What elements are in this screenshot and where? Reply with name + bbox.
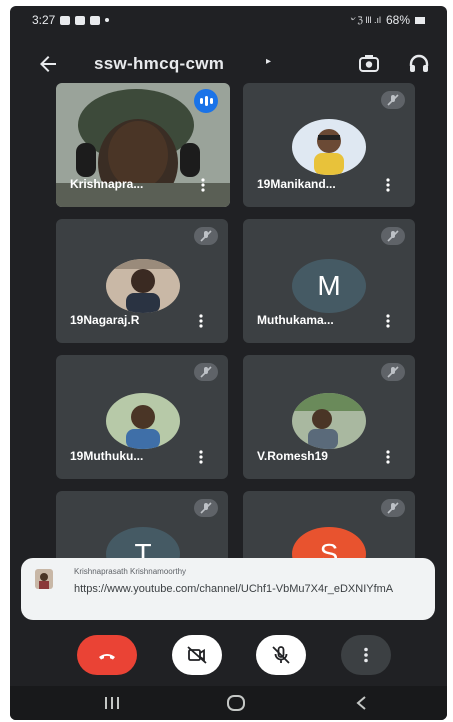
back-nav-icon[interactable] [350, 694, 374, 712]
participant-avatar [292, 119, 366, 175]
phone-screen: 3:27 ৺ ℨ lll .ıl 68% ssw-hmcq-cwm ▸ Kris… [10, 6, 447, 720]
back-arrow-icon[interactable] [36, 52, 60, 76]
participant-name: 19Manikand... [257, 177, 336, 191]
participant-tile[interactable]: M Muthukama... [243, 219, 415, 343]
end-call-button[interactable] [77, 635, 137, 675]
gallery-notification-icon [60, 15, 71, 25]
mic-muted-icon [194, 227, 218, 245]
mic-muted-icon [381, 227, 405, 245]
meeting-top-bar: ssw-hmcq-cwm ▸ [10, 44, 447, 84]
status-bar: 3:27 ৺ ℨ lll .ıl 68% [10, 6, 447, 34]
participant-more-icon[interactable] [383, 177, 393, 193]
camera-off-icon [187, 646, 207, 664]
status-time: 3:27 [32, 13, 56, 27]
participant-name: Krishnapra... [70, 177, 144, 191]
mic-off-icon [272, 646, 290, 664]
participant-more-icon[interactable] [196, 313, 206, 329]
recent-apps-icon[interactable] [100, 694, 124, 712]
mic-muted-icon [194, 499, 218, 517]
participant-tile[interactable]: 19Manikand... [243, 83, 415, 207]
participant-name: 19Muthuku... [70, 449, 144, 463]
speaking-indicator-icon [194, 89, 218, 113]
meeting-code[interactable]: ssw-hmcq-cwm [94, 54, 224, 74]
participant-avatar [106, 393, 180, 449]
message-notification-icon [90, 15, 101, 25]
home-icon[interactable] [224, 694, 248, 712]
participant-tile[interactable]: V.Romesh19 [243, 355, 415, 479]
headphones-audio-icon[interactable] [407, 52, 431, 76]
chat-sender-name: Krishnaprasath Krishnamoorthy [74, 567, 187, 576]
more-options-button[interactable] [341, 635, 391, 675]
mic-off-button[interactable] [256, 635, 306, 675]
mic-muted-icon [381, 91, 405, 109]
chat-message-text[interactable]: https://www.youtube.com/channel/UChf1-Vb… [74, 582, 414, 596]
mic-muted-icon [381, 499, 405, 517]
mic-muted-icon [194, 363, 218, 381]
battery-text: 68% [385, 13, 410, 27]
status-icons: ৺ ℨ lll .ıl [349, 14, 381, 25]
participant-more-icon[interactable] [196, 449, 206, 465]
participant-letter-avatar: M [292, 259, 366, 313]
meeting-info-caret-icon[interactable]: ▸ [266, 56, 271, 67]
call-controls [10, 635, 447, 687]
participant-more-icon[interactable] [383, 313, 393, 329]
chat-message-toast[interactable]: Krishnaprasath Krishnamoorthy https://ww… [21, 558, 435, 620]
participant-name: Muthukama... [257, 313, 334, 327]
sender-avatar [35, 569, 53, 589]
participant-tile[interactable]: Krishnapra... [56, 83, 230, 207]
more-vert-icon [364, 647, 368, 663]
participant-more-icon[interactable] [383, 449, 393, 465]
system-navigation-bar [10, 686, 447, 720]
more-notifications-icon [105, 18, 110, 22]
participant-tile[interactable]: 19Nagaraj.R [56, 219, 228, 343]
participant-avatar [292, 393, 366, 449]
battery-icon [415, 16, 425, 24]
mic-muted-icon [381, 363, 405, 381]
participant-name: V.Romesh19 [257, 449, 328, 463]
participant-avatar [106, 259, 180, 313]
facebook-notification-icon [75, 15, 86, 25]
switch-camera-icon[interactable] [357, 52, 381, 76]
participant-more-icon[interactable] [198, 177, 208, 193]
participant-name: 19Nagaraj.R [70, 313, 140, 327]
end-call-icon [99, 654, 115, 660]
camera-off-button[interactable] [172, 635, 222, 675]
participant-tile[interactable]: 19Muthuku... [56, 355, 228, 479]
